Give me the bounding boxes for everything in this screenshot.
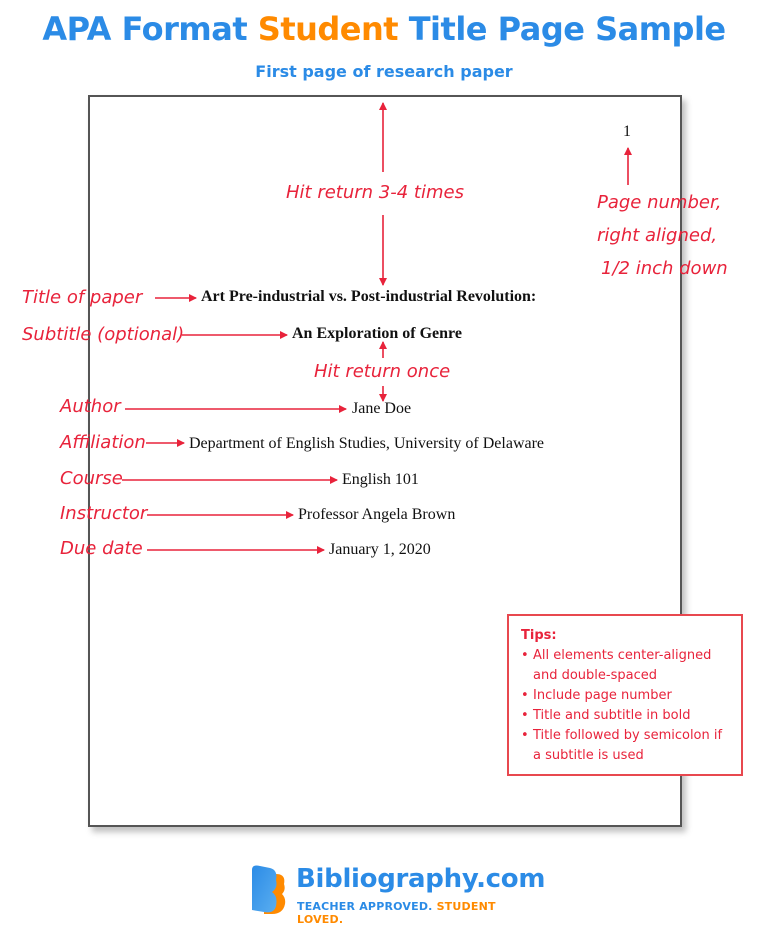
due-date-text: January 1, 2020 bbox=[329, 541, 431, 558]
heading-part-1: APA Format bbox=[42, 10, 258, 48]
title-label: Title of paper bbox=[22, 287, 143, 308]
tip-item: Title and subtitle in bold bbox=[521, 706, 729, 726]
course-label: Course bbox=[60, 468, 123, 489]
bibliography-b-logo-icon bbox=[252, 865, 286, 914]
course-text: English 101 bbox=[342, 471, 419, 488]
instructor-label: Instructor bbox=[60, 503, 148, 524]
author-label: Author bbox=[60, 396, 121, 417]
author-name: Jane Doe bbox=[352, 400, 412, 417]
page-number: 1 bbox=[623, 123, 631, 140]
subtitle-label: Subtitle (optional) bbox=[22, 324, 185, 345]
tip-item: Include page number bbox=[521, 686, 729, 706]
logo-tagline: TEACHER APPROVED. STUDENT LOVED. bbox=[297, 900, 540, 926]
bibliography-logo[interactable]: Bibliography.com TEACHER APPROVED. STUDE… bbox=[250, 862, 545, 926]
heading-accent: Student bbox=[257, 10, 399, 48]
page-number-note-line-1: Page number, bbox=[597, 192, 722, 213]
page-number-note-line-3: 1/2 inch down bbox=[601, 258, 728, 279]
tagline-part-1: TEACHER APPROVED. bbox=[297, 900, 437, 913]
hit-return-once-note: Hit return once bbox=[314, 361, 451, 382]
instructor-text: Professor Angela Brown bbox=[298, 506, 456, 523]
tips-box: Tips: All elements center-aligned and do… bbox=[507, 614, 743, 776]
affiliation-label: Affiliation bbox=[60, 432, 146, 453]
page-number-note-line-2: right aligned, bbox=[597, 225, 718, 246]
paper-subtitle: An Exploration of Genre bbox=[292, 325, 462, 342]
page-heading: APA Format Student Title Page Sample bbox=[0, 10, 768, 48]
hit-return-top-note: Hit return 3-4 times bbox=[286, 182, 464, 203]
affiliation-text: Department of English Studies, Universit… bbox=[189, 435, 545, 452]
logo-name: Bibliography.com bbox=[296, 864, 546, 894]
tip-item: Title followed by semicolon if a subtitl… bbox=[521, 726, 729, 766]
page-subheading: First page of research paper bbox=[255, 62, 513, 81]
tips-list: All elements center-aligned and double-s… bbox=[521, 646, 729, 766]
due-date-label: Due date bbox=[60, 538, 143, 559]
paper-title: Art Pre-industrial vs. Post-industrial R… bbox=[201, 288, 537, 305]
tip-item: All elements center-aligned and double-s… bbox=[521, 646, 729, 686]
heading-part-2: Title Page Sample bbox=[398, 10, 726, 48]
tips-title: Tips: bbox=[521, 628, 557, 643]
